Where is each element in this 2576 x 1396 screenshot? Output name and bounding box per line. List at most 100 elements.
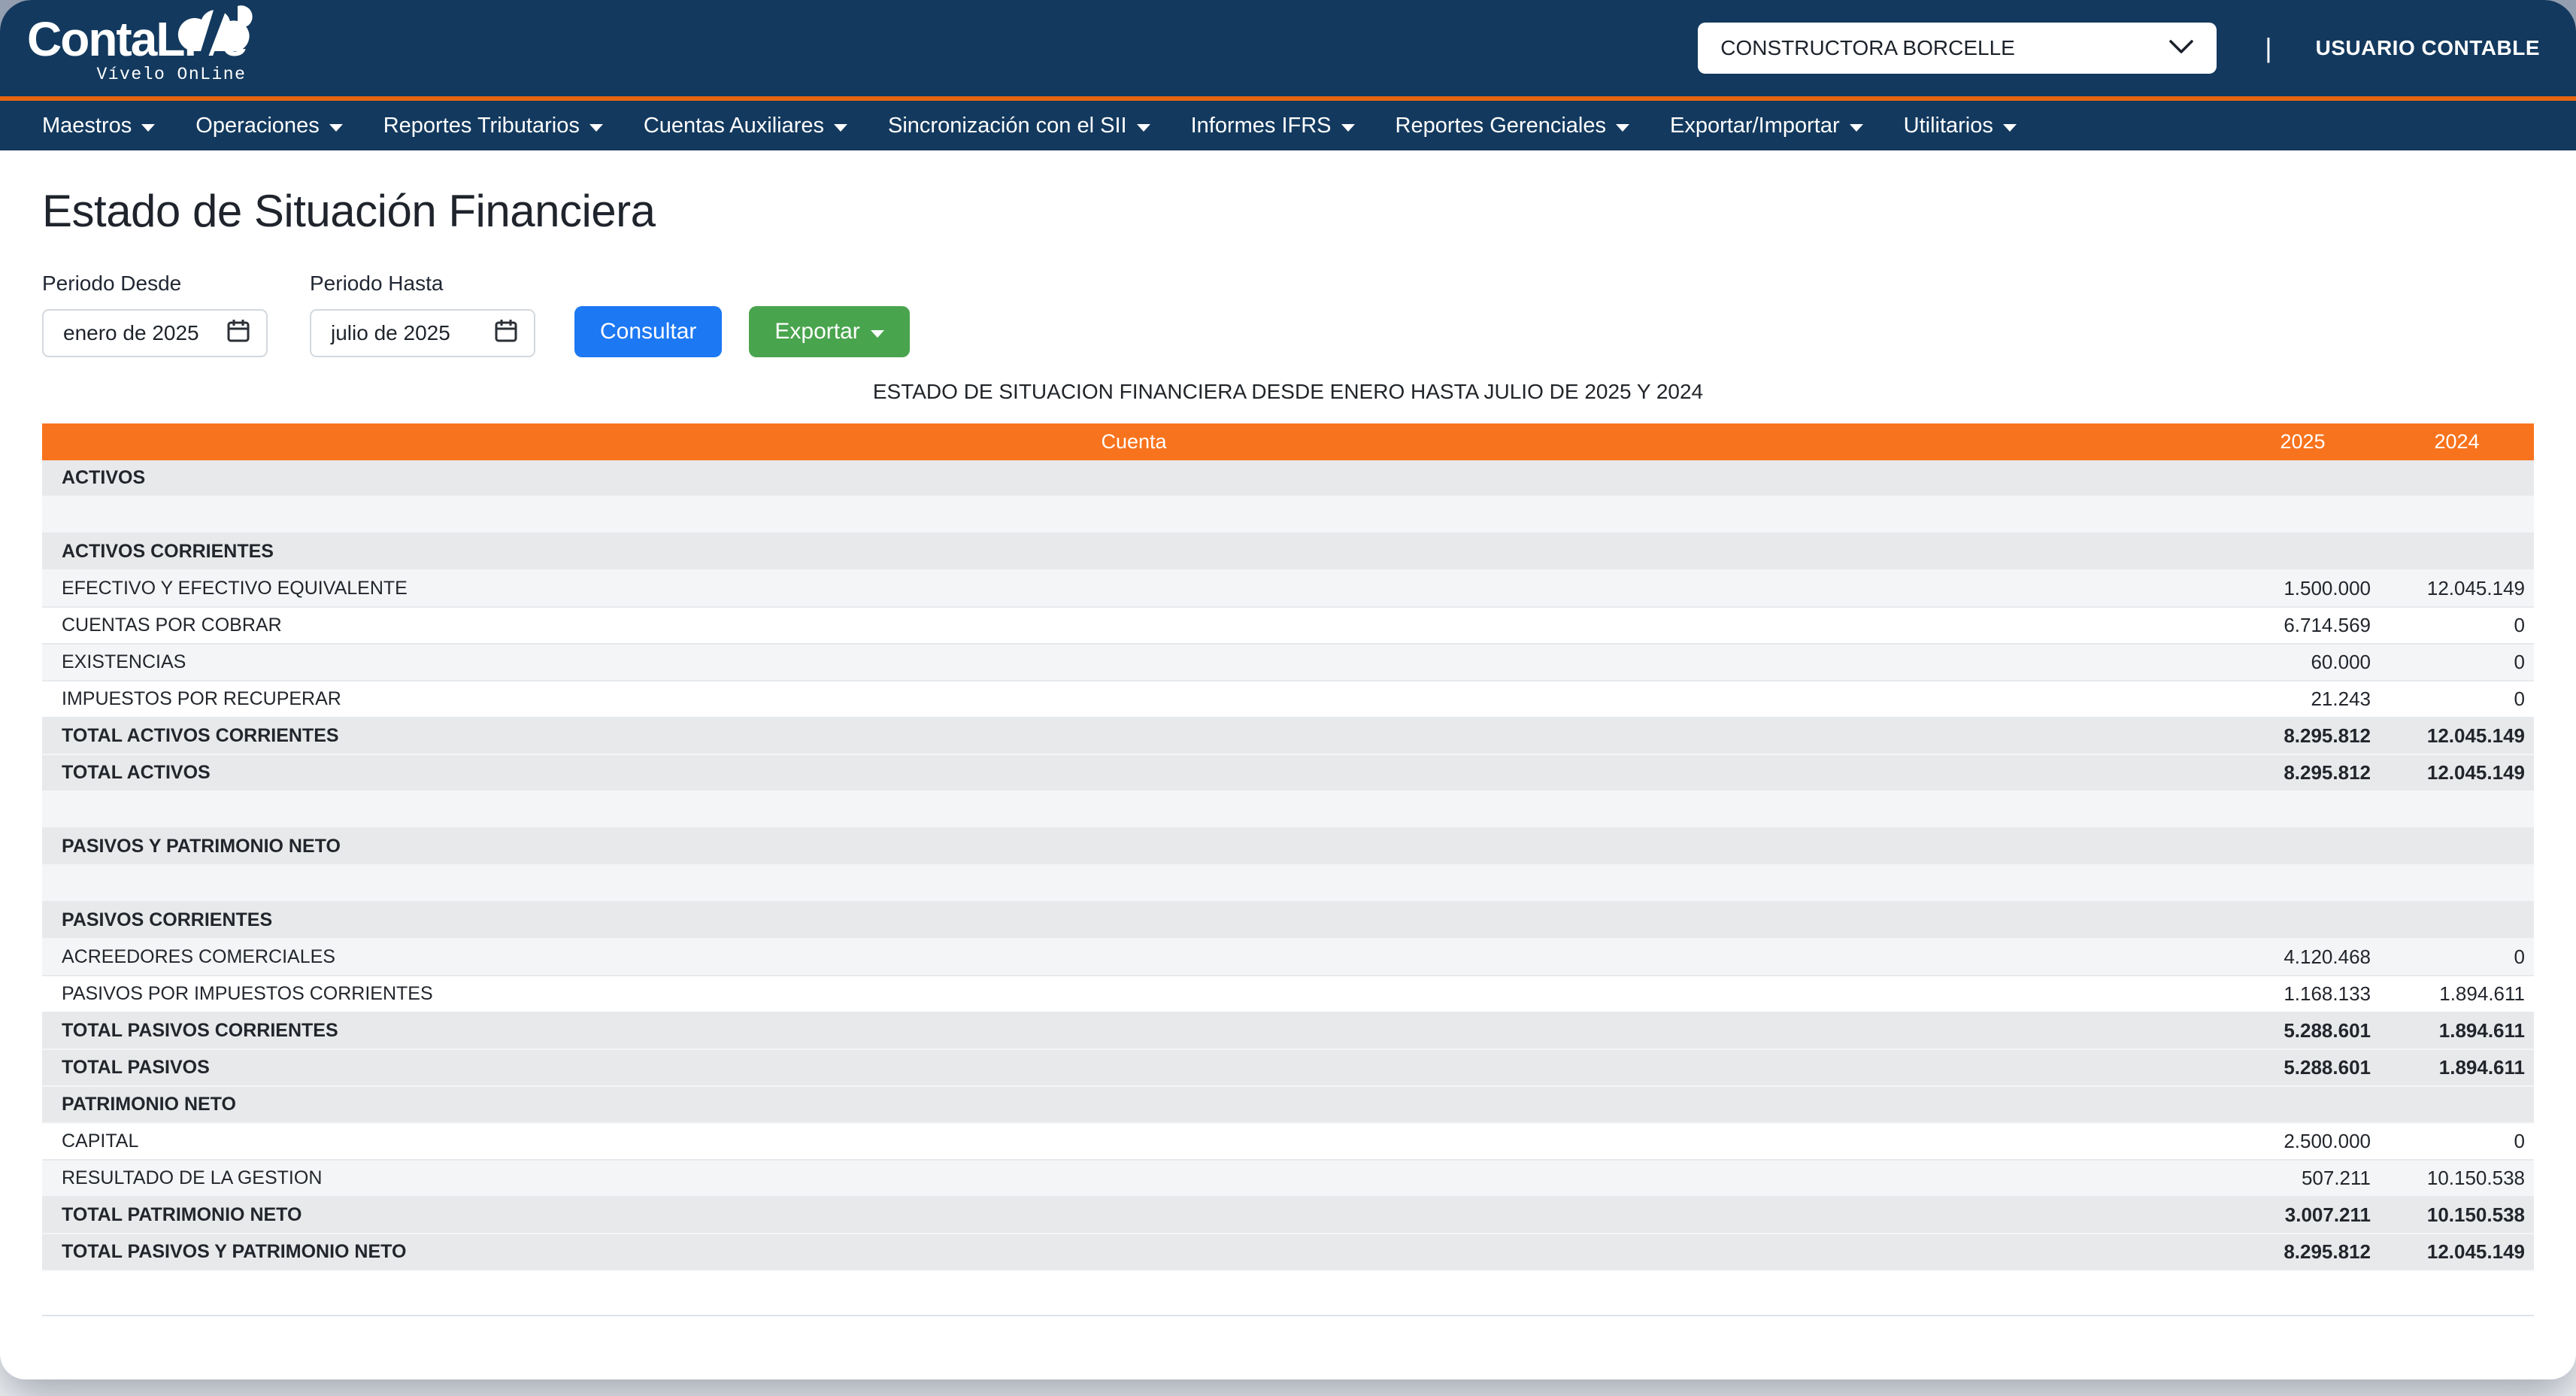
nav-item-maestros[interactable]: Maestros — [42, 114, 156, 138]
exportar-button[interactable]: Exportar — [749, 306, 910, 357]
row-label: TOTAL PASIVOS — [62, 1057, 210, 1078]
caret-down-icon — [589, 123, 603, 132]
row-label: IMPUESTOS POR RECUPERAR — [62, 688, 341, 709]
calendar-icon[interactable] — [227, 319, 250, 348]
row-value-2024: 10.150.538 — [2426, 1203, 2525, 1226]
period-to-input[interactable]: julio de 2025 — [310, 309, 535, 357]
row-label: PASIVOS CORRIENTES — [62, 909, 273, 930]
period-to-value: julio de 2025 — [331, 321, 450, 344]
row-value-2025: 1.168.133 — [2284, 982, 2371, 1005]
row-label: CAPITAL — [62, 1130, 139, 1152]
row-value-2025: 21.243 — [2311, 687, 2371, 710]
row-label: TOTAL PASIVOS Y PATRIMONIO NETO — [62, 1241, 407, 1262]
consultar-button[interactable]: Consultar — [574, 306, 723, 357]
caret-down-icon — [834, 123, 848, 132]
column-header-cuenta: Cuenta — [1101, 430, 1167, 453]
row-label: ACTIVOS CORRIENTES — [62, 541, 274, 562]
row-label: PASIVOS Y PATRIMONIO NETO — [62, 836, 341, 857]
table-row: RESULTADO DE LA GESTION 507.211 10.150.5… — [42, 1161, 2534, 1197]
row-value-2024: 0 — [2514, 687, 2525, 710]
nav-item-sincronizacion-sii[interactable]: Sincronización con el SII — [888, 114, 1150, 138]
row-value-2025: 4.120.468 — [2284, 945, 2371, 968]
row-value-2024: 0 — [2514, 651, 2525, 673]
row-label: EXISTENCIAS — [62, 651, 186, 672]
filters-bar: Periodo Desde enero de 2025 Periodo Hast… — [42, 272, 2534, 357]
row-label: PATRIMONIO NETO — [62, 1094, 236, 1115]
row-value-2025: 1.500.000 — [2284, 577, 2371, 599]
caret-down-icon — [1341, 123, 1355, 132]
table-row: TOTAL PASIVOS CORRIENTES 5.288.601 1.894… — [42, 1013, 2534, 1050]
row-value-2024: 0 — [2514, 1130, 2525, 1152]
row-label: TOTAL PATRIMONIO NETO — [62, 1204, 302, 1225]
row-value-2024: 12.045.149 — [2426, 1240, 2525, 1263]
table-row: IMPUESTOS POR RECUPERAR 21.243 0 — [42, 681, 2534, 718]
period-from-input[interactable]: enero de 2025 — [42, 309, 268, 357]
table-row: CAPITAL 2.500.000 0 — [42, 1124, 2534, 1161]
table-row: TOTAL ACTIVOS 8.295.812 12.045.149 — [42, 755, 2534, 792]
page-title: Estado de Situación Financiera — [42, 186, 656, 236]
user-label[interactable]: USUARIO CONTABLE — [2316, 36, 2540, 60]
period-from-value: enero de 2025 — [63, 321, 199, 344]
table-body: ACTIVOS ACTIVOS CORRIENTES EFECTIVO Y EF… — [42, 460, 2534, 1271]
row-value-2025: 8.295.812 — [2284, 724, 2371, 747]
row-value-2025: 3.007.211 — [2284, 1203, 2371, 1226]
consultar-label: Consultar — [600, 319, 697, 344]
calendar-icon[interactable] — [495, 319, 517, 348]
row-value-2024: 12.045.149 — [2426, 577, 2525, 599]
column-header-2025: 2025 — [2280, 430, 2326, 453]
header-right: CONSTRUCTORA BORCELLE | USUARIO CONTABLE — [1698, 23, 2540, 74]
row-value-2024: 10.150.538 — [2426, 1167, 2525, 1189]
table-row — [42, 497, 2534, 534]
exportar-label: Exportar — [774, 319, 860, 344]
caret-down-icon — [2002, 123, 2017, 132]
period-to-field: Periodo Hasta julio de 2025 — [310, 272, 535, 357]
brand-tagline: Vívelo OnLine — [96, 65, 247, 84]
row-value-2024: 12.045.149 — [2426, 761, 2525, 784]
table-row: ACREEDORES COMERCIALES 4.120.468 0 — [42, 939, 2534, 976]
company-selector[interactable]: CONSTRUCTORA BORCELLE — [1698, 23, 2217, 74]
nav-item-reportes-gerenciales[interactable]: Reportes Gerenciales — [1396, 114, 1629, 138]
row-label: TOTAL ACTIVOS CORRIENTES — [62, 725, 339, 746]
nav-item-cuentas-auxiliares[interactable]: Cuentas Auxiliares — [644, 114, 848, 138]
main-content: Estado de Situación Financiera Periodo D… — [0, 185, 2576, 1316]
table-row: TOTAL PATRIMONIO NETO 3.007.211 10.150.5… — [42, 1197, 2534, 1234]
report-table: Cuenta 2025 2024 ACTIVOS ACTIVOS CORRIEN… — [42, 423, 2534, 1271]
row-label: RESULTADO DE LA GESTION — [62, 1167, 323, 1188]
table-row: TOTAL PASIVOS 5.288.601 1.894.611 — [42, 1050, 2534, 1087]
column-header-2024: 2024 — [2434, 430, 2480, 453]
row-label: TOTAL ACTIVOS — [62, 762, 211, 783]
row-value-2024: 1.894.611 — [2438, 1056, 2525, 1079]
nav-item-exportar-importar[interactable]: Exportar/Importar — [1670, 114, 1863, 138]
table-row: ACTIVOS — [42, 460, 2534, 497]
row-label: EFECTIVO Y EFECTIVO EQUIVALENTE — [62, 578, 408, 599]
row-label: TOTAL PASIVOS CORRIENTES — [62, 1020, 338, 1041]
nav-item-informes-ifrs[interactable]: Informes IFRS — [1191, 114, 1355, 138]
row-label: ACTIVOS — [62, 467, 146, 488]
nav-item-utilitarios[interactable]: Utilitarios — [1904, 114, 2017, 138]
caret-down-icon — [870, 330, 884, 338]
table-row: PASIVOS Y PATRIMONIO NETO — [42, 829, 2534, 866]
table-row: CUENTAS POR COBRAR 6.714.569 0 — [42, 608, 2534, 645]
header-divider: | — [2265, 32, 2272, 63]
row-value-2025: 8.295.812 — [2284, 1240, 2371, 1263]
row-label: CUENTAS POR COBRAR — [62, 615, 282, 636]
caret-down-icon — [1136, 123, 1150, 132]
bottom-divider — [42, 1315, 2534, 1316]
table-row — [42, 792, 2534, 829]
nav-item-reportes-tributarios[interactable]: Reportes Tributarios — [383, 114, 603, 138]
caret-down-icon — [141, 123, 156, 132]
brand-logo[interactable]: ContaLive Vívelo OnLine — [27, 0, 253, 84]
row-value-2024: 0 — [2514, 614, 2525, 636]
row-label: PASIVOS POR IMPUESTOS CORRIENTES — [62, 983, 433, 1004]
cloud-icon — [168, 0, 265, 59]
nav-item-operaciones[interactable]: Operaciones — [195, 114, 343, 138]
period-to-label: Periodo Hasta — [310, 272, 444, 295]
table-row: PASIVOS CORRIENTES — [42, 903, 2534, 939]
chevron-down-icon — [2168, 36, 2194, 60]
row-value-2024: 0 — [2514, 945, 2525, 968]
row-value-2025: 8.295.812 — [2284, 761, 2371, 784]
caret-down-icon — [1616, 123, 1629, 132]
main-nav: Maestros Operaciones Reportes Tributario… — [0, 101, 2576, 150]
caret-down-icon — [329, 123, 343, 132]
row-value-2025: 507.211 — [2301, 1167, 2371, 1189]
